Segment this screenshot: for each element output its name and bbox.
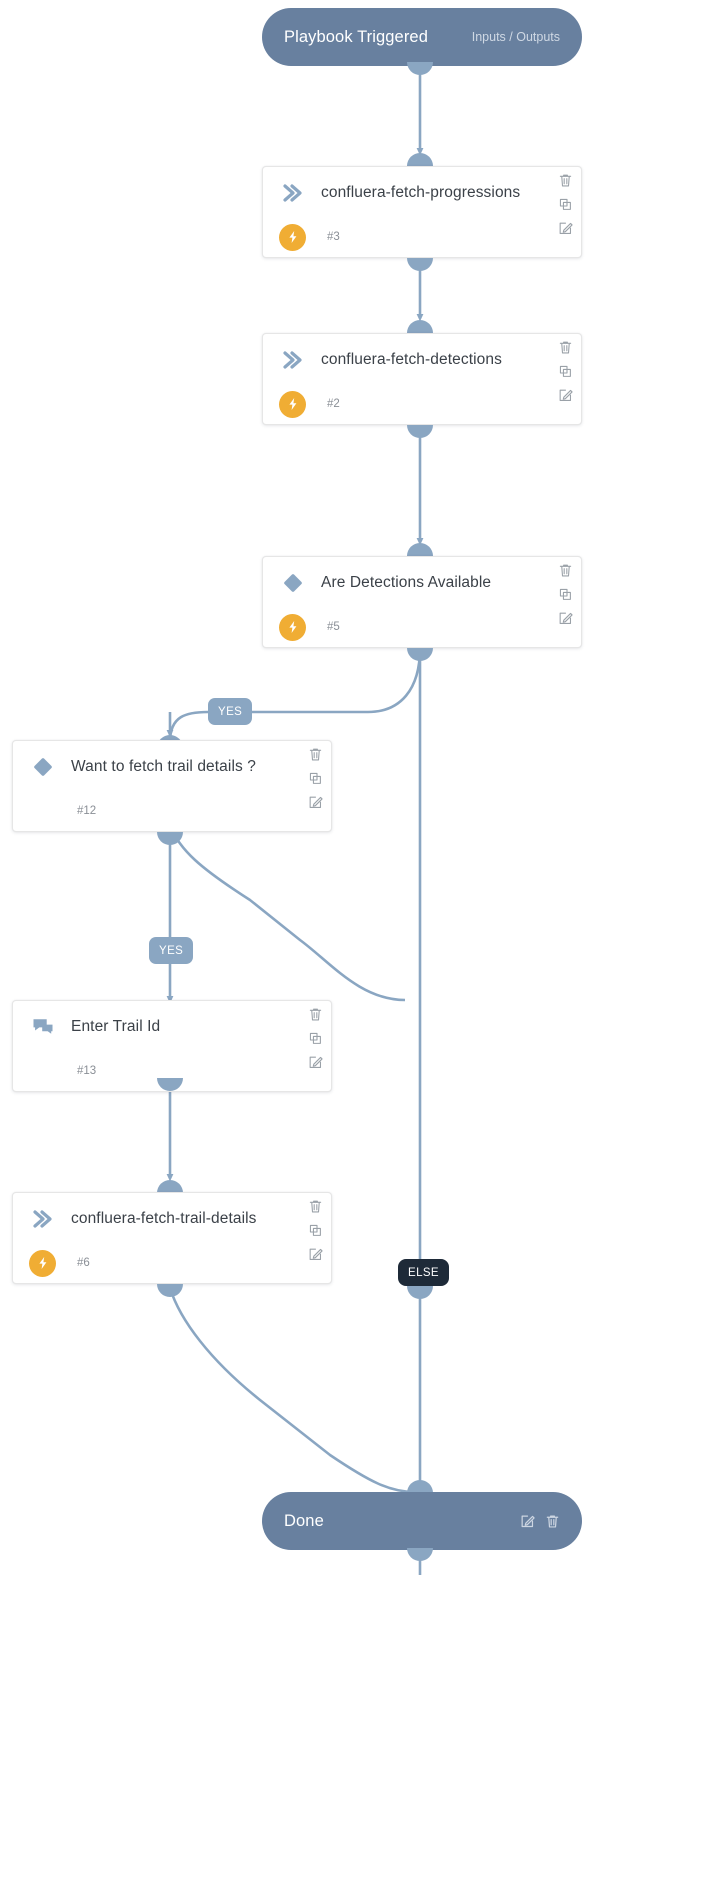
copy-icon[interactable] (558, 364, 573, 379)
branch-label-yes-2[interactable]: YES (149, 937, 194, 964)
node-n5-footer: #5 (263, 607, 581, 647)
node-n13-title: Enter Trail Id (71, 1018, 161, 1035)
node-n3-header: confluera-fetch-progressions (263, 167, 581, 219)
anchor-out-n5[interactable] (407, 648, 433, 661)
node-n2-header: confluera-fetch-detections (263, 334, 581, 386)
node-n3-footer: #3 (263, 217, 581, 257)
node-n2-tools (558, 340, 573, 403)
node-n6-number: #6 (77, 1257, 90, 1269)
node-card-n6[interactable]: confluera-fetch-trail-details #6 (12, 1192, 332, 1284)
lightning-bolt-icon (279, 613, 306, 641)
node-n6-header: confluera-fetch-trail-details (13, 1193, 331, 1245)
node-n13-tools (308, 1007, 323, 1070)
anchor-in-n3[interactable] (407, 153, 433, 166)
anchor-out-n12[interactable] (157, 832, 183, 845)
node-card-n12[interactable]: Want to fetch trail details ? #12 (12, 740, 332, 832)
node-n3-number: #3 (327, 231, 340, 243)
pencil-square-icon[interactable] (308, 795, 323, 810)
node-n5-header: Are Detections Available (263, 557, 581, 609)
node-n3-title: confluera-fetch-progressions (321, 184, 521, 201)
pencil-square-icon[interactable] (308, 1247, 323, 1262)
start-node-label: Playbook Triggered (284, 27, 428, 46)
copy-icon[interactable] (308, 771, 323, 786)
chat-bubbles-icon (23, 1017, 63, 1037)
anchor-in-n2[interactable] (407, 320, 433, 333)
node-n5-number: #5 (327, 621, 340, 633)
pencil-square-icon[interactable] (308, 1055, 323, 1070)
copy-icon[interactable] (558, 587, 573, 602)
node-n3-tools (558, 173, 573, 236)
node-n2-footer: #2 (263, 384, 581, 424)
trash-icon[interactable] (308, 1007, 323, 1022)
node-n5-tools (558, 563, 573, 626)
node-card-n5[interactable]: Are Detections Available #5 (262, 556, 582, 648)
trash-icon[interactable] (308, 1199, 323, 1214)
anchor-out-n6[interactable] (157, 1284, 183, 1297)
lightning-bolt-icon (279, 223, 306, 251)
node-card-n2[interactable]: confluera-fetch-detections #2 (262, 333, 582, 425)
branch-label-else[interactable]: ELSE (398, 1259, 450, 1286)
node-n6-tools (308, 1199, 323, 1262)
trash-icon[interactable] (558, 173, 573, 188)
node-n6-title: confluera-fetch-trail-details (71, 1210, 257, 1227)
node-n12-footer: #12 (13, 791, 331, 831)
anchor-in-n5[interactable] (407, 543, 433, 556)
diamond-icon (23, 756, 63, 778)
end-node-tools (520, 1514, 560, 1529)
node-n6-footer: #6 (13, 1243, 331, 1283)
end-node-label: Done (284, 1511, 324, 1530)
copy-icon[interactable] (558, 197, 573, 212)
node-n13-header: Enter Trail Id (13, 1001, 331, 1053)
diamond-icon (273, 572, 313, 594)
anchor-out-start[interactable] (407, 62, 433, 75)
anchor-out-n3[interactable] (407, 258, 433, 271)
pencil-square-icon[interactable] (558, 611, 573, 626)
node-n12-title: Want to fetch trail details ? (71, 758, 256, 775)
node-n2-number: #2 (327, 398, 340, 410)
anchor-out-done[interactable] (407, 1548, 433, 1561)
pencil-square-icon[interactable] (520, 1514, 535, 1529)
anchor-out-n2[interactable] (407, 425, 433, 438)
edge-layer (166, 74, 424, 1575)
lightning-bolt-icon (279, 390, 306, 418)
chevron-double-right-icon (273, 184, 313, 202)
copy-icon[interactable] (308, 1223, 323, 1238)
trash-icon[interactable] (308, 747, 323, 762)
trash-icon[interactable] (545, 1514, 560, 1529)
pencil-square-icon[interactable] (558, 221, 573, 236)
anchor-out-else[interactable] (407, 1286, 433, 1299)
playbook-canvas: Playbook Triggered Inputs / Outputs conf… (0, 0, 705, 1879)
node-n13-number: #13 (77, 1065, 97, 1077)
trash-icon[interactable] (558, 563, 573, 578)
start-node-right: Inputs / Outputs (472, 30, 560, 44)
inputs-outputs-label[interactable]: Inputs / Outputs (472, 30, 560, 44)
node-n2-title: confluera-fetch-detections (321, 351, 502, 368)
node-n12-tools (308, 747, 323, 810)
copy-icon[interactable] (308, 1031, 323, 1046)
lightning-bolt-icon (29, 1249, 56, 1277)
node-card-n3[interactable]: confluera-fetch-progressions #3 (262, 166, 582, 258)
end-node[interactable]: Done (262, 1492, 582, 1550)
pencil-square-icon[interactable] (558, 388, 573, 403)
start-node[interactable]: Playbook Triggered Inputs / Outputs (262, 8, 582, 66)
branch-label-yes-1[interactable]: YES (208, 698, 253, 725)
chevron-double-right-icon (273, 351, 313, 369)
trash-icon[interactable] (558, 340, 573, 355)
node-n12-header: Want to fetch trail details ? (13, 741, 331, 793)
node-n12-number: #12 (77, 805, 97, 817)
chevron-double-right-icon (23, 1210, 63, 1228)
node-n5-title: Are Detections Available (321, 574, 492, 591)
